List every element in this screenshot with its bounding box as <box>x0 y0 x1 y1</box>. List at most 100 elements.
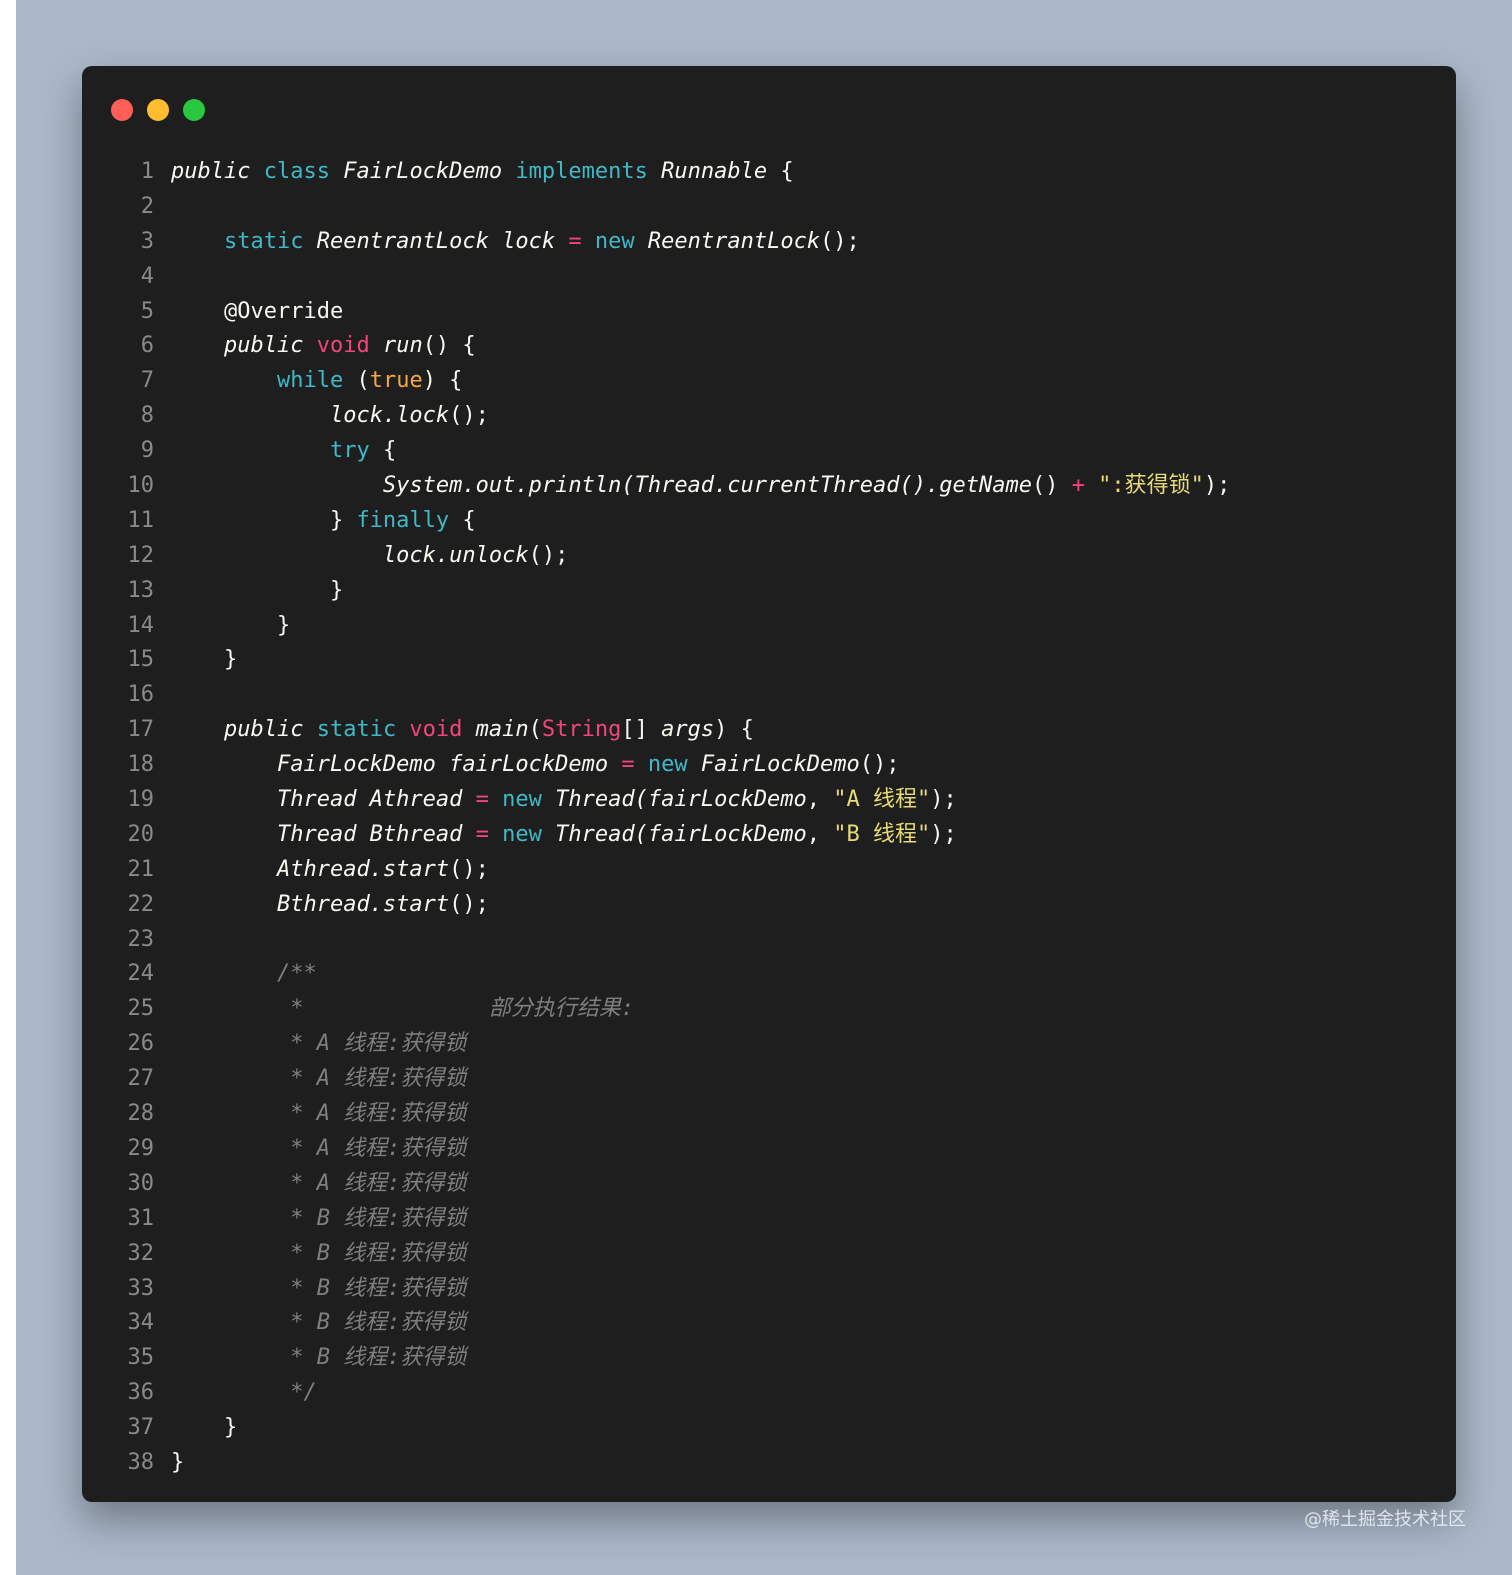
line-number: 18 <box>127 752 155 778</box>
code-token: (); <box>449 891 489 917</box>
code-token: , <box>806 821 834 847</box>
code-token: [] <box>621 717 662 743</box>
line-number: 13 <box>127 577 155 603</box>
line-number: 27 <box>127 1066 155 1092</box>
code-token: , <box>806 787 834 813</box>
line-text: try { <box>154 434 396 469</box>
code-token: new <box>488 821 542 847</box>
code-line: 15 } <box>82 643 1456 678</box>
line-number: 15 <box>127 647 155 673</box>
line-text: public class FairLockDemo implements Run… <box>154 155 794 190</box>
line-number: 7 <box>140 368 154 394</box>
code-line: 29 * A 线程:获得锁 <box>82 1132 1456 1167</box>
zoom-icon[interactable] <box>183 99 205 121</box>
code-token: * B 线程:获得锁 <box>171 1240 467 1266</box>
line-text: System.out.println(Thread.currentThread(… <box>154 469 1231 504</box>
line-text: */ <box>154 1376 317 1411</box>
line-text: * A 线程:获得锁 <box>154 1132 466 1167</box>
line-number: 1 <box>140 159 154 184</box>
code-token: () { <box>422 333 476 359</box>
code-token: new <box>634 752 688 778</box>
code-token: } <box>171 1449 185 1475</box>
code-token: } <box>171 647 238 673</box>
code-token: ":获得锁" <box>1084 473 1204 499</box>
line-number: 24 <box>127 961 155 987</box>
code-token: (); <box>449 403 489 429</box>
code-line: 36 */ <box>82 1376 1456 1411</box>
code-token: { <box>767 159 794 184</box>
code-token: public <box>223 717 304 743</box>
code-line: 31 * B 线程:获得锁 <box>82 1202 1456 1237</box>
line-text: * A 线程:获得锁 <box>154 1097 466 1132</box>
minimize-icon[interactable] <box>147 99 169 121</box>
line-number: 33 <box>127 1275 155 1301</box>
line-number: 16 <box>127 682 155 708</box>
code-token: } <box>171 507 357 533</box>
code-window: 1 public class FairLockDemo implements Ru… <box>82 66 1456 1502</box>
close-icon[interactable] <box>111 99 133 121</box>
code-token: + <box>1071 473 1085 499</box>
code-token: () <box>1031 473 1072 499</box>
code-token: System.out.println(Thread.currentThread(… <box>382 473 1032 499</box>
line-text: * B 线程:获得锁 <box>154 1306 466 1341</box>
line-text: } <box>154 574 343 609</box>
code-token: /** <box>171 961 317 987</box>
line-number: 38 <box>127 1449 155 1475</box>
code-line: 6 public void run() { <box>82 329 1456 364</box>
code-token: static <box>303 717 397 743</box>
code-token: } <box>171 1415 238 1441</box>
code-line: 12 lock.unlock(); <box>82 539 1456 574</box>
code-token: public <box>171 159 251 184</box>
code-token: args <box>661 717 715 743</box>
code-line: 30 * A 线程:获得锁 <box>82 1167 1456 1202</box>
line-number: 17 <box>127 717 155 743</box>
code-token: = <box>462 787 489 813</box>
watermark: @稀土掘金技术社区 <box>1304 1509 1466 1530</box>
line-text: Thread Bthread = new Thread(fairLockDemo… <box>154 818 957 853</box>
line-text: * B 线程:获得锁 <box>154 1341 466 1376</box>
line-text: * B 线程:获得锁 <box>154 1272 466 1307</box>
line-text: lock.unlock(); <box>154 539 568 574</box>
code-token: new <box>581 228 635 254</box>
code-token: */ <box>171 1380 317 1406</box>
code-line: 9 try { <box>82 434 1456 469</box>
code-token: run <box>369 333 423 359</box>
line-number: 26 <box>127 1031 155 1057</box>
code-token: Thread(fairLockDemo <box>541 787 807 813</box>
code-token: } <box>171 612 291 638</box>
line-text: lock.lock(); <box>154 399 489 434</box>
code-token: = <box>555 228 582 254</box>
code-line: 19 Thread Athread = new Thread(fairLockD… <box>82 783 1456 818</box>
line-text <box>154 260 171 295</box>
line-number: 25 <box>127 996 155 1022</box>
code-line: 32 * B 线程:获得锁 <box>82 1237 1456 1272</box>
line-number: 3 <box>140 228 154 254</box>
line-number: 14 <box>127 612 155 638</box>
code-token: void <box>303 333 370 359</box>
code-token: (); <box>820 228 860 254</box>
line-number: 4 <box>140 263 154 289</box>
line-number: 11 <box>127 507 155 533</box>
code-token: lock.unlock <box>382 542 529 568</box>
code-token: (); <box>859 752 900 778</box>
line-text: * B 线程:获得锁 <box>154 1202 466 1237</box>
code-line: 4 <box>82 260 1456 295</box>
code-token: "B 线程" <box>833 821 931 847</box>
code-token: static <box>223 228 304 254</box>
code-token: Thread(fairLockDemo <box>541 821 807 847</box>
line-text: * A 线程:获得锁 <box>154 1027 466 1062</box>
line-number: 37 <box>127 1415 155 1441</box>
line-number: 36 <box>127 1380 155 1406</box>
line-number: 9 <box>140 438 154 464</box>
code-token: true <box>369 368 423 394</box>
code-token: (); <box>528 542 569 568</box>
code-line: 26 * A 线程:获得锁 <box>82 1027 1456 1062</box>
